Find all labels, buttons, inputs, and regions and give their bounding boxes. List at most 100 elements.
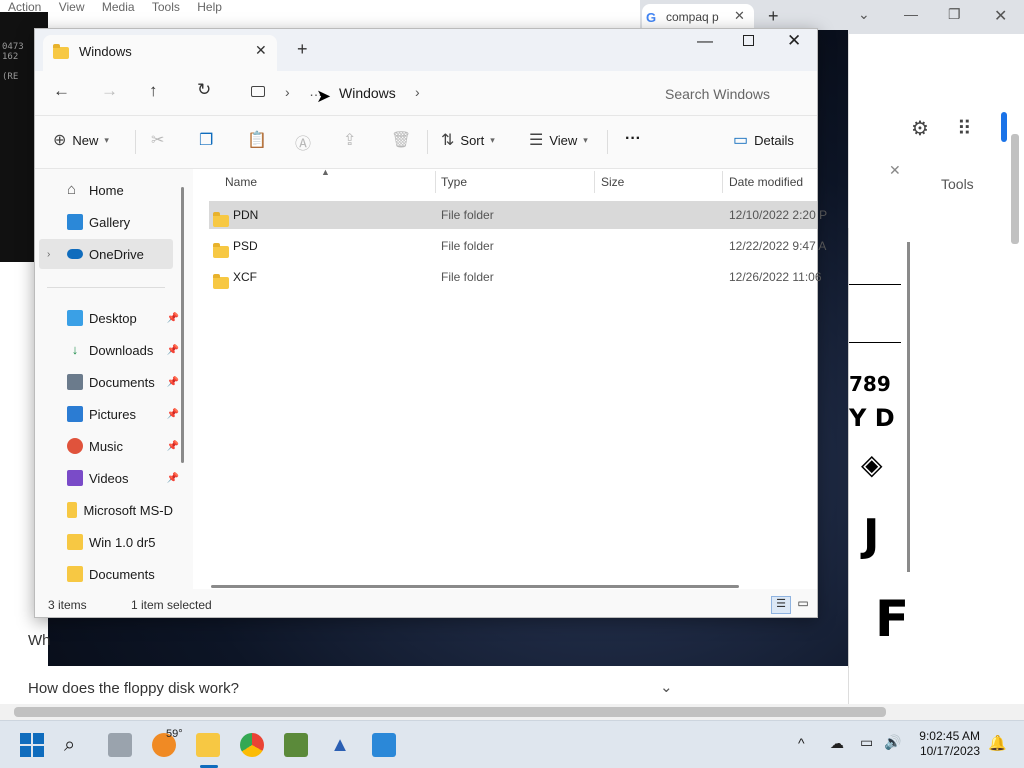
nav-scrollbar[interactable]	[181, 187, 184, 463]
column-date-modified[interactable]: Date modified	[729, 175, 803, 189]
nav-desktop[interactable]: Desktop 📌	[39, 303, 179, 333]
details-view-icon[interactable]: ☰	[771, 596, 791, 614]
close-window-icon[interactable]: ✕	[994, 6, 1007, 26]
chevron-right-icon[interactable]: ›	[47, 249, 50, 260]
close-window-icon[interactable]: ✕	[787, 31, 801, 51]
back-arrow-icon[interactable]: ←	[53, 81, 70, 101]
nav-downloads[interactable]: ↓ Downloads 📌	[39, 335, 179, 365]
maximize-icon[interactable]	[743, 35, 754, 46]
close-tab-icon[interactable]: ✕	[255, 42, 267, 59]
tab-title: Windows	[79, 44, 132, 59]
paint-taskbar-icon[interactable]	[372, 733, 396, 757]
nav-home[interactable]: ⌂ Home	[39, 175, 173, 205]
inkscape-taskbar-icon[interactable]: ▲	[328, 733, 352, 757]
menu-media[interactable]: Media	[102, 0, 135, 14]
file-explorer-taskbar-icon[interactable]	[196, 733, 220, 757]
start-button[interactable]	[20, 733, 44, 757]
view-icon: ☰	[529, 132, 544, 149]
minimize-icon[interactable]: —	[697, 33, 713, 51]
view-button[interactable]: ☰ View ▾	[529, 130, 588, 150]
nav-music[interactable]: Music 📌	[39, 431, 179, 461]
chevron-up-icon[interactable]: ^	[798, 735, 805, 751]
cloud-icon[interactable]: ☁	[830, 735, 844, 752]
minimize-icon[interactable]: —	[904, 6, 918, 22]
cut-icon[interactable]: ✂	[151, 130, 164, 150]
sort-button[interactable]: ⇅ Sort ▾	[441, 130, 495, 150]
nav-onedrive[interactable]: › OneDrive	[39, 239, 173, 269]
file-type: File folder	[441, 239, 494, 253]
new-tab-icon[interactable]: +	[768, 6, 779, 27]
close-icon[interactable]: ✕	[889, 162, 901, 179]
column-name[interactable]: Name	[225, 175, 257, 189]
tiles-view-icon[interactable]: ▭	[795, 596, 811, 614]
gallery-icon	[67, 214, 83, 230]
copy-icon[interactable]: ❐	[199, 130, 213, 150]
column-type[interactable]: Type	[441, 175, 467, 189]
nav-folder-documents[interactable]: Documents	[39, 559, 173, 589]
details-button[interactable]: ▭ Details	[733, 130, 794, 150]
new-tab-icon[interactable]: +	[297, 39, 308, 60]
details-pane-icon: ▭	[733, 132, 749, 149]
nav-documents[interactable]: Documents 📌	[39, 367, 179, 397]
taskbar: ⌕ 59° ▲ ^ ☁ ▭ 🔊 9:02:45 AM 10/17/2023 🔔	[0, 720, 1024, 768]
settings-gear-icon[interactable]: ⚙	[911, 116, 929, 141]
nav-gallery[interactable]: Gallery	[39, 207, 173, 237]
chrome-hscroll-thumb[interactable]	[14, 707, 886, 717]
new-button[interactable]: ⊕ New ▾	[53, 130, 109, 150]
app-taskbar-icon[interactable]	[284, 733, 308, 757]
up-arrow-icon[interactable]: ↑	[149, 81, 158, 101]
nav-folder-win[interactable]: Win 1.0 dr5	[39, 527, 173, 557]
explorer-tab[interactable]: Windows ✕	[43, 35, 277, 71]
sort-label: Sort	[460, 132, 485, 148]
breadcrumb-windows[interactable]: Windows	[339, 85, 396, 101]
rename-icon[interactable]: Ⓐ	[295, 130, 311, 154]
faq-question[interactable]: How does the floppy disk work?	[28, 680, 239, 697]
file-row[interactable]: PDN File folder 12/10/2022 2:20 P	[209, 201, 827, 229]
column-size[interactable]: Size	[601, 175, 624, 189]
forward-arrow-icon[interactable]: →	[101, 81, 118, 101]
share-icon[interactable]: ⇪	[343, 130, 356, 150]
apps-grid-icon[interactable]: ⠿	[957, 116, 972, 141]
tools-label[interactable]: Tools	[941, 176, 974, 192]
search-input[interactable]: Search Windows	[649, 77, 809, 109]
network-icon[interactable]: ▭	[860, 734, 873, 751]
pin-icon[interactable]: 📌	[167, 345, 179, 356]
vm-menubar: Action View Media Tools Help	[0, 0, 260, 14]
file-list-hscroll[interactable]	[211, 585, 739, 588]
pin-icon[interactable]: 📌	[167, 473, 179, 484]
preview-scrollbar[interactable]	[907, 242, 910, 572]
file-row[interactable]: PSD File folder 12/22/2022 9:47 A	[209, 232, 826, 260]
delete-icon[interactable]: 🗑	[391, 130, 411, 150]
more-options-icon[interactable]: ···	[625, 130, 641, 148]
plus-circle-icon: ⊕	[53, 132, 67, 149]
notification-bell-icon[interactable]: 🔔	[988, 734, 1007, 752]
paste-icon[interactable]: 📋	[247, 130, 267, 150]
chrome-vscroll-thumb[interactable]	[1011, 134, 1019, 244]
chevron-down-icon[interactable]: ⌄	[858, 6, 870, 23]
pin-icon[interactable]: 📌	[167, 313, 179, 324]
nav-folder-microsoft[interactable]: Microsoft MS-D	[39, 495, 173, 525]
address-input[interactable]: › … Windows ›	[241, 77, 639, 109]
pin-icon[interactable]: 📌	[167, 409, 179, 420]
pin-icon[interactable]: 📌	[167, 441, 179, 452]
restore-icon[interactable]: ❐	[948, 6, 961, 23]
nav-label: Microsoft MS-D	[83, 502, 173, 518]
chrome-taskbar-icon[interactable]	[240, 733, 264, 757]
chevron-down-icon[interactable]: ⌄	[660, 678, 673, 696]
pin-icon[interactable]: 📌	[167, 377, 179, 388]
search-icon[interactable]: ⌕	[64, 733, 88, 757]
menu-help[interactable]: Help	[197, 0, 222, 14]
menu-view[interactable]: View	[59, 0, 85, 14]
refresh-icon[interactable]: ↻	[197, 80, 211, 100]
close-tab-icon[interactable]: ✕	[734, 8, 745, 24]
nav-videos[interactable]: Videos 📌	[39, 463, 179, 493]
clock[interactable]: 9:02:45 AM 10/17/2023	[919, 729, 980, 759]
volume-icon[interactable]: 🔊	[884, 734, 901, 751]
preview-f: F	[875, 590, 910, 648]
menu-tools[interactable]: Tools	[152, 0, 180, 14]
chevron-right-icon: ›	[285, 84, 290, 100]
file-row[interactable]: XCF File folder 12/26/2022 11:06	[209, 263, 822, 291]
nav-pictures[interactable]: Pictures 📌	[39, 399, 179, 429]
task-view-icon[interactable]	[108, 733, 132, 757]
chevron-right-icon[interactable]: ›	[415, 84, 420, 100]
